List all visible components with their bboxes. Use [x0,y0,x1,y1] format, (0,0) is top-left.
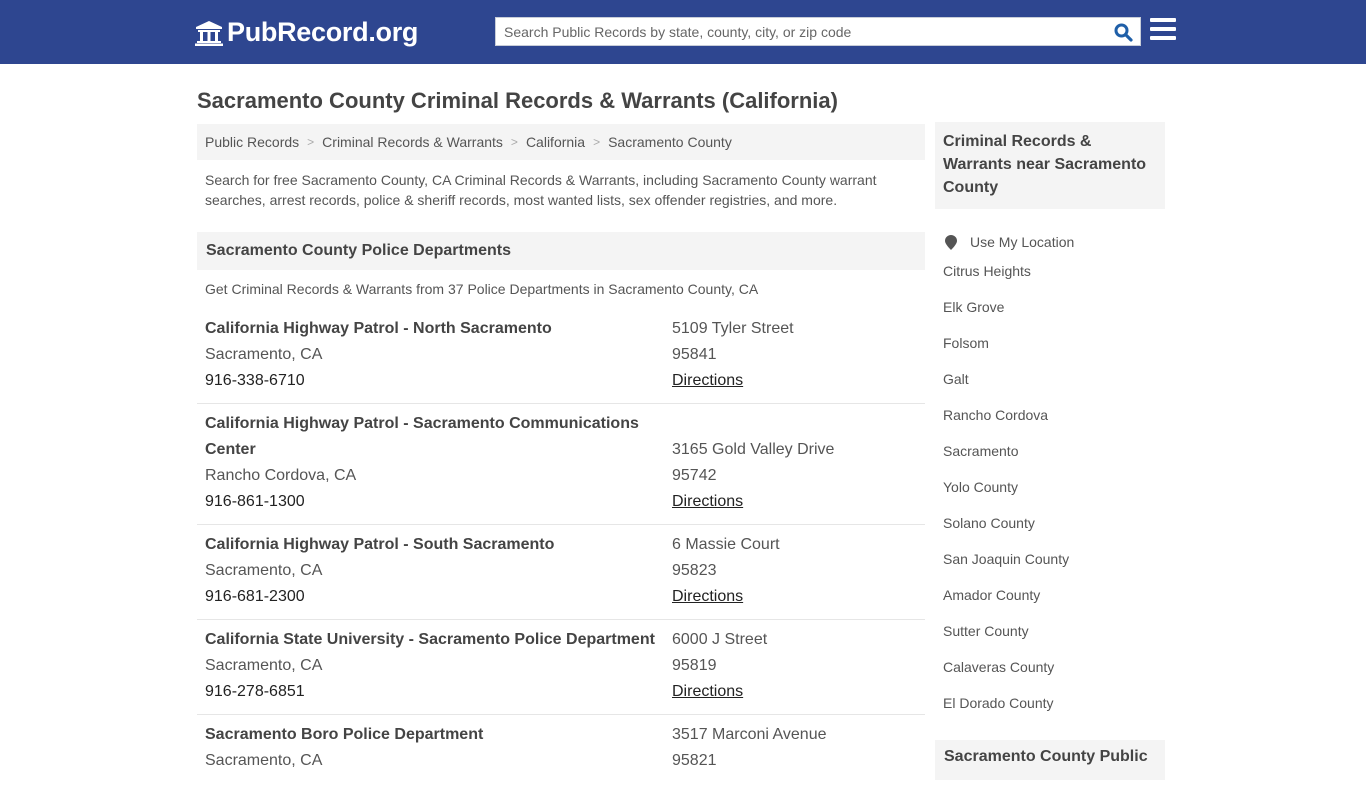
breadcrumb-separator: > [510,135,518,149]
directions-link[interactable]: Directions [672,493,743,510]
breadcrumb-separator: > [593,135,601,149]
listing-phone[interactable]: 916-861-1300 [205,489,665,515]
nearby-link[interactable]: El Dorado County [943,695,1054,711]
logo-text: PubRecord.org [227,17,419,47]
breadcrumb-sacramento-county[interactable]: Sacramento County [608,134,732,150]
nearby-item: Yolo County [943,476,1165,512]
sidebar-nearby: Criminal Records & Warrants near Sacrame… [935,122,1165,728]
section-subtitle: Get Criminal Records & Warrants from 37 … [205,281,759,297]
listing-city: Sacramento, CA [205,752,323,769]
listing-zip: 95819 [672,657,717,674]
listing-item: California Highway Patrol - North Sacram… [197,316,925,404]
search-input[interactable] [496,18,1096,45]
search-button[interactable] [1112,21,1134,43]
listing-name[interactable]: California Highway Patrol - South Sacram… [205,532,665,558]
nearby-link[interactable]: Sacramento [943,443,1018,459]
listing-city: Sacramento, CA [205,657,323,674]
hamburger-menu-button[interactable] [1150,18,1176,42]
menu-bar [1150,27,1176,31]
section-heading: Sacramento County Police Departments [197,232,925,270]
intro-text: Search for free Sacramento County, CA Cr… [205,172,877,208]
nearby-item: Calaveras County [943,656,1165,692]
listing-name[interactable]: Sacramento Boro Police Department [205,722,665,748]
nearby-item: Folsom [943,332,1165,368]
nearby-item: El Dorado County [943,692,1165,728]
listing-zip: 95841 [672,346,717,363]
sidebar-heading: Criminal Records & Warrants near Sacrame… [935,122,1165,209]
listing-zip: 95823 [672,562,717,579]
nearby-link[interactable]: Folsom [943,335,989,351]
sidebar-heading-public: Sacramento County Public [935,740,1165,780]
listing-phone[interactable]: 916-681-2300 [205,584,665,610]
listing-city: Sacramento, CA [205,346,323,363]
listing-address: 5109 Tyler Street [672,320,794,337]
breadcrumb: Public Records > Criminal Records & Warr… [197,124,925,160]
page-title: Sacramento County Criminal Records & War… [197,88,838,113]
listing-item: California Highway Patrol - South Sacram… [197,532,925,620]
directions-link[interactable]: Directions [672,683,743,700]
nearby-link[interactable]: Solano County [943,515,1035,531]
nearby-link[interactable]: Citrus Heights [943,263,1031,279]
search-icon [1114,23,1133,42]
nearby-link[interactable]: Yolo County [943,479,1018,495]
breadcrumb-public-records[interactable]: Public Records [205,134,299,150]
listing-city: Rancho Cordova, CA [205,467,357,484]
nearby-item: San Joaquin County [943,548,1165,584]
nearby-link[interactable]: Rancho Cordova [943,407,1048,423]
use-my-location[interactable]: Use My Location [943,224,1165,260]
nearby-link[interactable]: Calaveras County [943,659,1054,675]
map-pin-icon [945,234,957,250]
listing-zip: 95821 [672,752,717,769]
nearby-item: Galt [943,368,1165,404]
nearby-link[interactable]: San Joaquin County [943,551,1069,567]
nearby-item: Rancho Cordova [943,404,1165,440]
listing-name[interactable]: California Highway Patrol - Sacramento C… [205,411,665,463]
listing-address: 6 Massie Court [672,536,780,553]
nearby-item: Elk Grove [943,296,1165,332]
listing-phone[interactable]: 916-338-6710 [205,368,665,394]
breadcrumb-separator: > [307,135,315,149]
nearby-item: Sacramento [943,440,1165,476]
nearby-list: Use My Location Citrus Heights Elk Grove… [935,224,1165,728]
nearby-item: Solano County [943,512,1165,548]
menu-bar [1150,18,1176,22]
top-navigation-bar: PubRecord.org [0,0,1366,64]
directions-link[interactable]: Directions [672,372,743,389]
menu-bar [1150,36,1176,40]
nearby-link[interactable]: Amador County [943,587,1040,603]
breadcrumb-california[interactable]: California [526,134,585,150]
listing-zip: 95742 [672,467,717,484]
listing-item: Sacramento Boro Police Department Sacram… [197,722,925,810]
breadcrumb-criminal-records[interactable]: Criminal Records & Warrants [322,134,503,150]
nearby-link[interactable]: Sutter County [943,623,1029,639]
site-logo[interactable]: PubRecord.org [195,17,418,48]
use-my-location-link[interactable]: Use My Location [970,231,1074,253]
nearby-item: Citrus Heights [943,260,1165,296]
nearby-item: Sutter County [943,620,1165,656]
listing-phone[interactable]: 916-278-6851 [205,679,675,705]
directions-link[interactable]: Directions [672,588,743,605]
listing-item: California State University - Sacramento… [197,627,925,715]
listing-item: California Highway Patrol - Sacramento C… [197,411,925,525]
listing-address: 3517 Marconi Avenue [672,726,827,743]
listing-address: 6000 J Street [672,631,768,648]
listing-name[interactable]: California State University - Sacramento… [205,627,675,653]
nearby-item: Amador County [943,584,1165,620]
nearby-link[interactable]: Galt [943,371,969,387]
listing-city: Sacramento, CA [205,562,323,579]
listing-name[interactable]: California Highway Patrol - North Sacram… [205,316,665,342]
nearby-link[interactable]: Elk Grove [943,299,1004,315]
listing-address: 3165 Gold Valley Drive [672,441,835,458]
search-box [495,17,1141,46]
courthouse-icon [195,20,223,46]
